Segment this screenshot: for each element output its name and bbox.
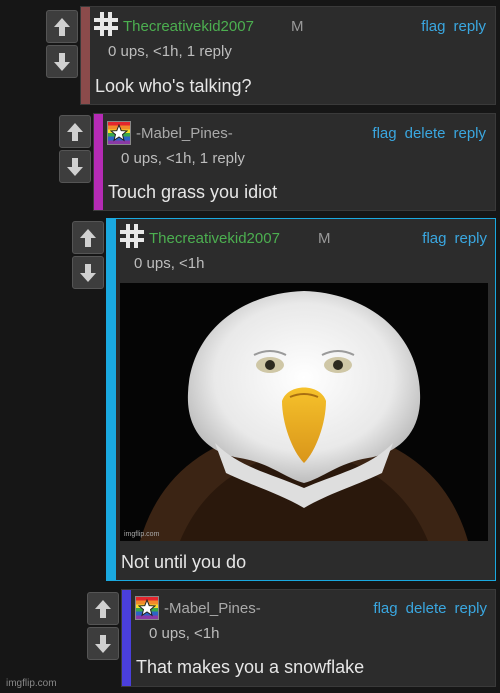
comment-text: Look who's talking? — [95, 76, 252, 96]
thread-bar — [94, 114, 103, 210]
reply-link[interactable]: reply — [453, 125, 486, 142]
comment-text: That makes you a snowflake — [136, 657, 365, 677]
thread-bar — [81, 7, 90, 104]
comment-card: Thecreativekid2007 M flag reply 0 ups, <1… — [80, 6, 496, 105]
hash-icon — [94, 12, 118, 36]
arrow-up-icon — [80, 228, 96, 247]
username[interactable]: Thecreativekid2007 — [149, 230, 280, 247]
comment-card: -Mabel_Pines- flag delete reply 0 ups, <1h… — [93, 113, 496, 211]
comment-meta: 0 ups, <1h, 1 reply — [121, 150, 245, 167]
upvote-button[interactable] — [87, 592, 119, 625]
upvote-button[interactable] — [59, 115, 91, 148]
downvote-button[interactable] — [59, 150, 91, 183]
arrow-up-icon — [54, 17, 70, 36]
downvote-button[interactable] — [72, 256, 104, 289]
arrow-down-icon — [95, 634, 111, 653]
delete-link[interactable]: delete — [405, 125, 446, 142]
arrow-down-icon — [54, 52, 70, 71]
delete-link[interactable]: delete — [406, 600, 447, 617]
username[interactable]: -Mabel_Pines- — [136, 125, 233, 142]
flag-link[interactable]: flag — [421, 18, 445, 35]
upvote-button[interactable] — [46, 10, 78, 43]
image-watermark: imgflip.com — [124, 531, 160, 538]
flag-link[interactable]: flag — [373, 600, 397, 617]
arrow-down-icon — [80, 263, 96, 282]
comment-text: Touch grass you idiot — [108, 182, 278, 202]
upvote-button[interactable] — [72, 221, 104, 254]
flag-link[interactable]: flag — [422, 230, 446, 247]
user-tag: M — [318, 230, 331, 247]
thread-bar — [107, 219, 116, 580]
reply-link[interactable]: reply — [454, 600, 487, 617]
comment-actions: flag reply — [414, 230, 487, 247]
comment-card: -Mabel_Pines- flag delete reply 0 ups, <1h… — [121, 589, 496, 687]
comment-card: Thecreativekid2007 M flag reply 0 ups, <1… — [106, 218, 496, 581]
hash-icon — [120, 224, 144, 248]
flag-link[interactable]: flag — [372, 125, 396, 142]
comment-meta: 0 ups, <1h — [134, 255, 205, 272]
eagle-illustration — [140, 291, 468, 541]
user-tag: M — [291, 18, 304, 35]
page-watermark: imgflip.com — [6, 678, 57, 689]
rainbow-star-icon — [107, 121, 131, 145]
comment-actions: flag delete reply — [364, 125, 486, 142]
username[interactable]: -Mabel_Pines- — [164, 600, 261, 617]
reply-link[interactable]: reply — [453, 18, 486, 35]
rainbow-star-icon — [135, 596, 159, 620]
meme-image[interactable]: imgflip.com — [120, 283, 488, 541]
comment-actions: flag delete reply — [365, 600, 487, 617]
comment-text: Not until you do — [121, 552, 247, 572]
thread-bar — [122, 590, 131, 686]
comment-actions: flag reply — [413, 18, 486, 35]
comment-meta: 0 ups, <1h, 1 reply — [108, 43, 232, 60]
arrow-down-icon — [67, 157, 83, 176]
downvote-button[interactable] — [87, 627, 119, 660]
comment-meta: 0 ups, <1h — [149, 625, 220, 642]
username[interactable]: Thecreativekid2007 — [123, 18, 254, 35]
arrow-up-icon — [95, 599, 111, 618]
downvote-button[interactable] — [46, 45, 78, 78]
arrow-up-icon — [67, 122, 83, 141]
reply-link[interactable]: reply — [454, 230, 487, 247]
